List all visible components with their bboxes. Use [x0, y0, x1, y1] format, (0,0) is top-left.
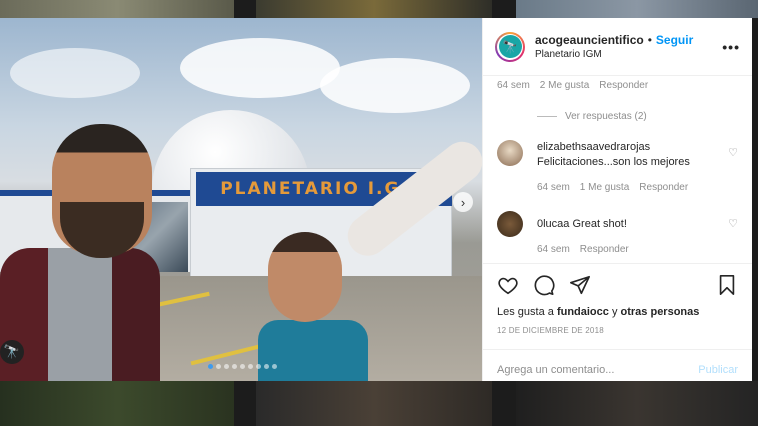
telescope-icon: 🔭	[498, 35, 522, 58]
replies-line	[537, 116, 557, 117]
commenter-avatar[interactable]	[497, 211, 523, 237]
post-location[interactable]: Planetario IGM	[535, 49, 722, 60]
carousel-indicator	[208, 364, 277, 369]
reply-button[interactable]: Responder	[599, 80, 648, 91]
post-date[interactable]: 12 DE DICIEMBRE DE 2018	[497, 326, 738, 335]
sky-cloud	[10, 48, 140, 98]
sky-cloud	[180, 38, 340, 98]
comment-time: 64 sem	[537, 244, 570, 255]
follow-button[interactable]: Seguir	[656, 33, 693, 47]
comment-input[interactable]: Agrega un comentario...	[497, 364, 614, 376]
view-replies-button[interactable]: Ver respuestas (2)	[537, 111, 738, 122]
publish-button[interactable]: Publicar	[698, 364, 738, 376]
background-post-thumbnail	[516, 0, 758, 18]
background-post-thumbnail	[0, 0, 234, 18]
post-header: 🔭 acogeauncientifico • Seguir Planetario…	[483, 18, 752, 76]
carousel-dot	[248, 364, 253, 369]
comments-list[interactable]: 64 sem 2 Me gusta Responder Ver respuest…	[483, 76, 752, 263]
comment-text: Great shot!	[572, 218, 627, 230]
carousel-dot	[208, 364, 213, 369]
carousel-dot	[232, 364, 237, 369]
add-comment-bar: Agrega un comentario... Publicar	[483, 349, 752, 390]
likes-others[interactable]: otras personas	[621, 306, 700, 318]
woman-body	[258, 320, 368, 381]
sky-cloud	[320, 58, 470, 113]
woman-head	[268, 232, 342, 322]
reply-button[interactable]: Responder	[639, 182, 688, 193]
like-comment-heart-icon[interactable]: ♡	[728, 217, 738, 255]
commenter-username[interactable]: elizabethsaavedrarojas	[537, 141, 650, 153]
comment-meta: 64 sem 2 Me gusta Responder	[497, 80, 738, 91]
comment-likes[interactable]: 1 Me gusta	[580, 182, 629, 193]
likes-user[interactable]: fundaiocc	[557, 306, 609, 318]
likes-summary[interactable]: Les gusta a fundaiocc y otras personas	[497, 306, 738, 318]
author-username[interactable]: acogeauncientifico	[535, 33, 644, 47]
man-figure	[0, 122, 160, 381]
share-send-icon[interactable]	[569, 274, 591, 296]
man-body	[0, 248, 160, 381]
more-options-icon[interactable]: •••	[722, 39, 740, 55]
comment-item: 0lucaa Great shot! 64 sem Responder ♡	[497, 211, 738, 255]
carousel-dot	[256, 364, 261, 369]
comment-item: elizabethsaavedrarojas Felicitaciones...…	[497, 140, 738, 193]
like-heart-icon[interactable]	[497, 274, 519, 296]
save-bookmark-icon[interactable]	[716, 274, 738, 296]
comment-meta: 64 sem 1 Me gusta Responder	[537, 182, 728, 193]
carousel-dot	[272, 364, 277, 369]
commenter-username[interactable]: 0lucaa	[537, 218, 569, 230]
reply-button[interactable]: Responder	[580, 244, 629, 255]
comment-meta: 64 sem Responder	[537, 244, 728, 255]
carousel-dot	[216, 364, 221, 369]
background-post-thumbnail	[0, 381, 234, 426]
comment-time: 64 sem	[497, 80, 530, 91]
view-replies-label: Ver respuestas (2)	[565, 111, 647, 122]
action-icons	[497, 272, 738, 298]
post-modal: PLANETARIO I.G.M › 🔭 🔭 acogeauncientific…	[0, 18, 752, 381]
background-post-thumbnail	[256, 381, 492, 426]
carousel-dot	[264, 364, 269, 369]
comment-bubble-icon[interactable]	[533, 274, 555, 296]
background-post-thumbnail	[256, 0, 492, 18]
separator-dot: •	[647, 33, 652, 47]
carousel-next-icon[interactable]: ›	[453, 192, 473, 212]
commenter-avatar[interactable]	[497, 140, 523, 166]
comment-likes[interactable]: 2 Me gusta	[540, 80, 589, 91]
telescope-icon: 🔭	[0, 340, 24, 364]
comment-text: Felicitaciones...son los mejores	[537, 156, 690, 168]
post-sidebar: 🔭 acogeauncientifico • Seguir Planetario…	[482, 18, 752, 381]
carousel-dot	[224, 364, 229, 369]
comment-time: 64 sem	[537, 182, 570, 193]
like-comment-heart-icon[interactable]: ♡	[728, 146, 738, 193]
post-photo[interactable]: PLANETARIO I.G.M › 🔭	[0, 18, 482, 381]
author-avatar[interactable]: 🔭	[495, 31, 525, 62]
woman-figure	[258, 232, 372, 381]
carousel-dot	[240, 364, 245, 369]
post-actions: Les gusta a fundaiocc y otras personas 1…	[483, 263, 752, 381]
